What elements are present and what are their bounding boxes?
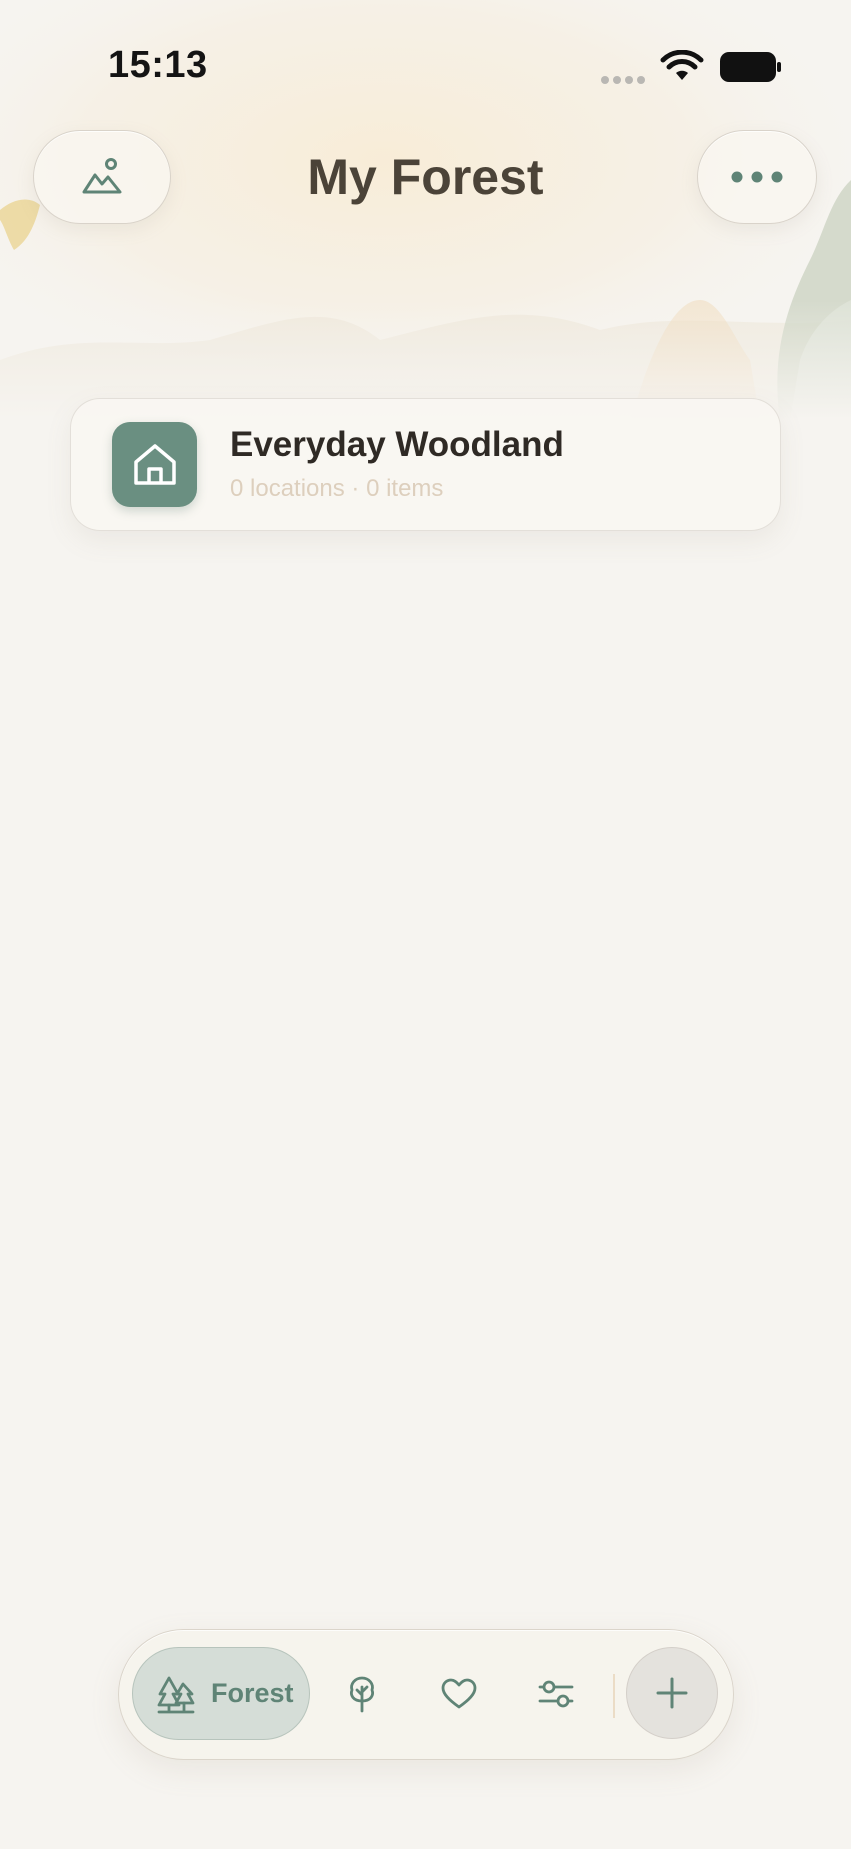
- tree-icon: [350, 1676, 374, 1712]
- forest-name: Everyday Woodland: [230, 425, 564, 464]
- signal-dots-icon: [601, 76, 645, 84]
- heart-icon: [441, 1678, 477, 1708]
- forest-card-icon-badge: [112, 422, 197, 507]
- status-time: 15:13: [108, 44, 208, 86]
- tab-forest[interactable]: Forest: [132, 1647, 310, 1740]
- more-button[interactable]: [697, 130, 817, 224]
- tab-tree[interactable]: [322, 1647, 402, 1740]
- tab-settings[interactable]: [516, 1647, 596, 1740]
- tab-forest-label: Forest: [211, 1678, 294, 1708]
- plus-icon: [656, 1677, 688, 1709]
- wifi-icon: [660, 50, 704, 80]
- trees-icon: [157, 1676, 195, 1713]
- app-screen: 15:13 My Forest Everyday Woodland 0 loca…: [0, 0, 851, 1849]
- tab-divider: [613, 1674, 615, 1718]
- forest-summary: 0 locations · 0 items: [230, 475, 444, 502]
- more-icon: [731, 171, 783, 183]
- tab-bar: Forest: [118, 1629, 734, 1760]
- battery-icon: [720, 52, 781, 82]
- forest-card[interactable]: Everyday Woodland 0 locations · 0 items: [70, 398, 781, 531]
- home-icon: [133, 443, 176, 485]
- tab-favorites[interactable]: [419, 1647, 499, 1740]
- add-button[interactable]: [626, 1647, 718, 1739]
- sliders-icon: [538, 1680, 574, 1707]
